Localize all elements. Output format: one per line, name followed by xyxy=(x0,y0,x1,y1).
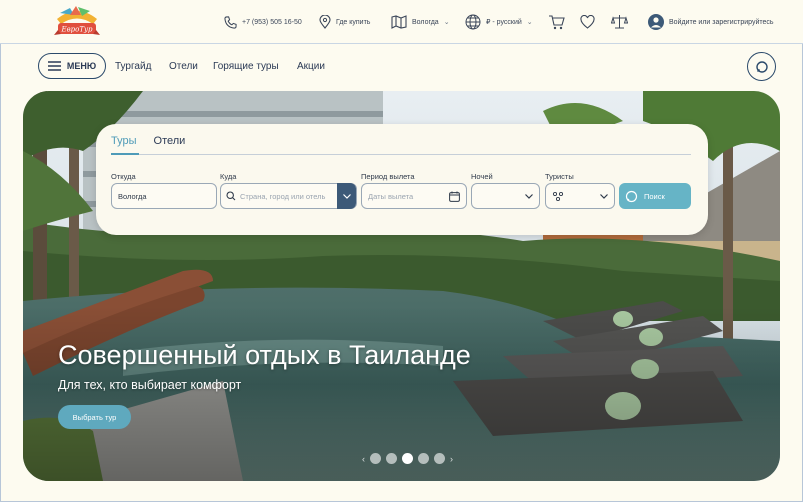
search-icon xyxy=(625,190,638,203)
hero-subtitle: Для тех, кто выбирает комфорт xyxy=(58,378,242,392)
destination-placeholder: Страна, город или отель xyxy=(240,191,326,201)
menu-button[interactable]: МЕНЮ xyxy=(38,53,106,79)
period-label: Период вылета xyxy=(361,172,415,181)
tourists-select[interactable] xyxy=(545,183,615,209)
cart-icon xyxy=(548,14,565,30)
choose-tour-label: Выбрать тур xyxy=(72,412,117,422)
slider-dot[interactable] xyxy=(370,453,381,464)
chevron-down-icon xyxy=(525,194,533,199)
where-to-buy-label: Где купить xyxy=(336,18,371,26)
city-label: Вологда xyxy=(412,18,439,26)
map-icon xyxy=(391,15,407,29)
city-selector[interactable]: Вологда ⌄ xyxy=(391,12,450,32)
user-icon xyxy=(648,14,664,30)
search-button-label: Поиск xyxy=(644,191,665,201)
chevron-down-icon: ⌄ xyxy=(443,19,450,26)
choose-tour-button[interactable]: Выбрать тур xyxy=(58,405,131,429)
currency-language-selector[interactable]: ₽ - русский ⌄ xyxy=(465,12,533,32)
nav-link-tourguide[interactable]: Тургайд xyxy=(115,61,151,72)
from-value: Вологда xyxy=(118,191,147,201)
search-button[interactable]: Поиск xyxy=(619,183,691,209)
nav-link-hotels[interactable]: Отели xyxy=(169,61,198,72)
search-tabs: Туры Отели xyxy=(111,135,185,147)
slider-dot[interactable] xyxy=(418,453,429,464)
nav-link-promotions[interactable]: Акции xyxy=(297,61,325,72)
tab-tours[interactable]: Туры xyxy=(111,135,137,147)
nights-label: Ночей xyxy=(471,172,493,181)
search-icon xyxy=(226,191,236,201)
login-link[interactable]: Войдите или зарегистрируйтесь xyxy=(648,12,774,32)
from-label: Откуда xyxy=(111,172,136,181)
to-label: Куда xyxy=(220,172,237,181)
login-label: Войдите или зарегистрируйтесь xyxy=(669,18,774,26)
nav-link-hot-tours[interactable]: Горящие туры xyxy=(213,61,279,72)
chevron-down-icon xyxy=(600,194,608,199)
hamburger-icon xyxy=(47,61,61,71)
destination-dropdown-button[interactable] xyxy=(337,183,356,209)
compare-button[interactable] xyxy=(611,12,628,32)
slider-dot[interactable] xyxy=(386,453,397,464)
phone-link[interactable]: +7 (953) 505 16-50 xyxy=(224,12,302,32)
cart-button[interactable] xyxy=(548,12,565,32)
tabs-divider xyxy=(111,154,691,155)
location-icon xyxy=(319,15,331,29)
site-search-button[interactable] xyxy=(747,52,776,81)
main-nav: МЕНЮ Тургайд Отели Горящие туры Акции xyxy=(0,44,803,90)
chevron-right-icon[interactable]: › xyxy=(450,454,453,464)
favorites-button[interactable] xyxy=(580,12,595,32)
phone-icon xyxy=(224,15,237,29)
scales-icon xyxy=(611,14,628,30)
tour-search-panel: Туры Отели Откуда Вологда Куда Страна, г… xyxy=(96,124,708,235)
from-field[interactable]: Вологда xyxy=(111,183,217,209)
slider-dot[interactable] xyxy=(434,453,445,464)
departure-date-field[interactable]: Даты вылета xyxy=(361,183,467,209)
tourists-label: Туристы xyxy=(545,172,574,181)
logo-text: ЕвроТур xyxy=(60,26,93,34)
chevron-down-icon: ⌄ xyxy=(526,19,533,26)
currency-language-label: ₽ - русский xyxy=(486,19,522,26)
tab-hotels[interactable]: Отели xyxy=(154,135,186,147)
people-icon xyxy=(552,191,564,202)
phone-number: +7 (953) 505 16-50 xyxy=(242,18,302,26)
calendar-icon xyxy=(449,191,460,202)
chevron-down-icon xyxy=(342,193,351,199)
search-icon xyxy=(755,60,769,74)
logo[interactable]: ЕвроТур xyxy=(52,5,102,39)
globe-icon xyxy=(465,14,481,30)
destination-input[interactable]: Страна, город или отель xyxy=(220,183,357,209)
top-bar: ЕвроТур +7 (953) 505 16-50 Где купить Во… xyxy=(0,0,803,44)
slider-pagination: ‹ › xyxy=(362,453,453,464)
heart-icon xyxy=(580,15,595,29)
active-tab-indicator xyxy=(111,153,139,155)
nights-select[interactable] xyxy=(471,183,540,209)
hero-title: Совершенный отдых в Таиланде xyxy=(58,340,471,370)
departure-date-placeholder: Даты вылета xyxy=(368,191,414,201)
menu-label: МЕНЮ xyxy=(66,61,97,71)
where-to-buy-link[interactable]: Где купить xyxy=(319,12,370,32)
chevron-left-icon[interactable]: ‹ xyxy=(362,454,365,464)
slider-dot-active[interactable] xyxy=(402,453,413,464)
